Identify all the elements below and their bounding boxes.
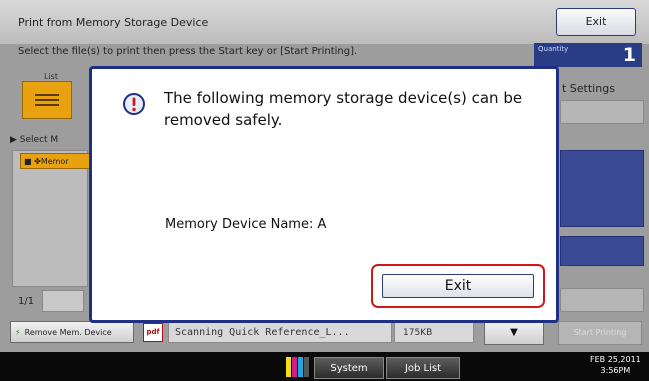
list-icon-line bbox=[35, 99, 59, 101]
select-media-label: Select M bbox=[19, 135, 59, 145]
pdf-icon: pdf bbox=[143, 323, 163, 342]
select-media-row: ▶ Select M bbox=[10, 135, 59, 145]
remove-device-label: Remove Mem. Device bbox=[24, 328, 112, 337]
tree-item-memory[interactable]: ■ ✤Memor bbox=[20, 153, 90, 169]
right-panel-upper bbox=[560, 150, 644, 227]
file-size-cell: 175KB bbox=[394, 321, 474, 343]
dialog-message-text: The following memory storage device(s) c… bbox=[164, 89, 523, 129]
device-name-text: Memory Device Name: A bbox=[165, 217, 327, 232]
page-title: Print from Memory Storage Device bbox=[18, 16, 209, 29]
page-indicator: 1/1 bbox=[18, 296, 35, 307]
list-icon-line bbox=[35, 104, 59, 106]
system-status-button[interactable]: System Status bbox=[314, 357, 384, 379]
print-settings-label: t Settings bbox=[562, 82, 615, 95]
toner-black bbox=[304, 357, 309, 377]
dialog-message: The following memory storage device(s) c… bbox=[164, 87, 524, 131]
quantity-value: 1 bbox=[622, 44, 636, 66]
list-view-button[interactable] bbox=[22, 81, 72, 119]
job-list-button[interactable]: Job List bbox=[386, 357, 460, 379]
file-name-cell[interactable]: Scanning Quick Reference_L... bbox=[168, 321, 392, 343]
instruction-text: Select the file(s) to print then press t… bbox=[18, 46, 358, 57]
quantity-label: Quantity bbox=[538, 45, 569, 53]
alert-icon bbox=[123, 93, 145, 115]
right-button-disabled bbox=[560, 288, 644, 312]
date-time: FEB 25,2011 3:56PM bbox=[590, 354, 641, 376]
toner-magenta bbox=[292, 357, 297, 377]
exit-button-highlight: Exit bbox=[371, 264, 545, 308]
settings-button-disabled bbox=[560, 100, 644, 124]
list-view-label: List bbox=[44, 72, 58, 81]
dialog-exit-button[interactable]: Exit bbox=[382, 274, 534, 298]
start-printing-button[interactable]: Start Printing bbox=[558, 321, 642, 345]
scroll-down-button[interactable]: ▼ bbox=[484, 321, 544, 345]
toner-yellow bbox=[286, 357, 291, 377]
list-icon-line bbox=[35, 94, 59, 96]
remove-device-icon: ⚡ bbox=[15, 328, 21, 337]
right-panel-lower bbox=[560, 236, 644, 266]
quantity-display: Quantity 1 bbox=[534, 43, 642, 67]
tree-item-label: Memor bbox=[40, 157, 69, 166]
title-bar: Print from Memory Storage Device Exit bbox=[0, 0, 649, 44]
screen: Print from Memory Storage Device Exit Se… bbox=[0, 0, 649, 381]
toner-cyan bbox=[298, 357, 303, 377]
folder-tree-panel bbox=[12, 150, 88, 287]
toner-level-icon[interactable] bbox=[286, 357, 312, 377]
remove-memory-device-button[interactable]: ⚡ Remove Mem. Device bbox=[10, 321, 134, 343]
previous-page-button[interactable] bbox=[42, 290, 84, 312]
exit-button-top[interactable]: Exit bbox=[556, 8, 636, 36]
removal-dialog: The following memory storage device(s) c… bbox=[89, 66, 559, 323]
date-text: FEB 25,2011 bbox=[590, 355, 641, 364]
file-row: ⚡ Remove Mem. Device pdf Scanning Quick R… bbox=[10, 321, 642, 345]
time-text: 3:56PM bbox=[600, 366, 631, 375]
